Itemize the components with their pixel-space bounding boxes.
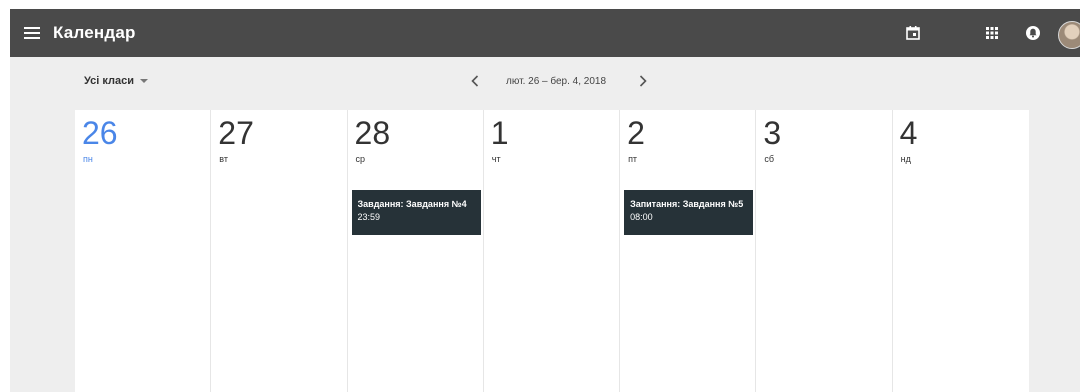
day-number: 27 — [218, 115, 254, 151]
week-grid: 26 пн 27 вт 28 ср Завдання: Завдання №4 … — [75, 110, 1029, 392]
day-column-tue[interactable]: 27 вт — [211, 110, 348, 392]
day-column-mon[interactable]: 26 пн — [75, 110, 212, 392]
avatar[interactable] — [1058, 21, 1080, 49]
calendar-icon[interactable] — [903, 23, 923, 43]
day-name: пн — [83, 154, 93, 164]
day-number: 1 — [490, 115, 509, 151]
day-column-wed[interactable]: 28 ср Завдання: Завдання №4 23:59 — [348, 110, 484, 392]
day-column-fri[interactable]: 2 пт Запитання: Завдання №5 08:00 — [620, 110, 757, 392]
chevron-right-icon — [639, 75, 647, 87]
event-card[interactable]: Запитання: Завдання №5 08:00 — [624, 190, 754, 235]
date-range-label: лют. 26 – бер. 4, 2018 — [506, 76, 607, 87]
day-column-thu[interactable]: 1 чт — [484, 110, 621, 392]
class-filter-label: Усі класи — [84, 75, 135, 87]
prev-week-button[interactable] — [468, 74, 482, 88]
app-title: Календар — [53, 23, 136, 42]
event-time: 23:59 — [357, 212, 381, 222]
next-week-button[interactable] — [636, 74, 650, 88]
day-number: 28 — [354, 115, 391, 151]
day-number: 4 — [899, 115, 918, 151]
chevron-left-icon — [471, 75, 479, 87]
day-number: 26 — [82, 115, 118, 151]
event-title: Завдання: Завдання №4 — [357, 199, 467, 209]
notifications-icon[interactable] — [1023, 23, 1043, 43]
menu-icon[interactable] — [21, 22, 43, 44]
event-time: 08:00 — [630, 212, 653, 222]
day-column-sun[interactable]: 4 нд — [893, 110, 1029, 392]
event-title: Запитання: Завдання №5 — [630, 199, 744, 209]
caret-down-icon — [140, 79, 149, 83]
day-name: чт — [491, 154, 501, 164]
event-card[interactable]: Завдання: Завдання №4 23:59 — [351, 190, 481, 235]
day-name: ср — [355, 154, 366, 164]
day-name: нд — [900, 154, 911, 164]
top-app-bar: Календар — [10, 9, 1080, 57]
day-name: пт — [628, 154, 638, 164]
day-column-sat[interactable]: 3 сб — [756, 110, 893, 392]
day-name: вт — [219, 154, 228, 164]
day-name: сб — [764, 154, 774, 164]
day-number: 2 — [627, 115, 645, 151]
day-number: 3 — [763, 115, 782, 151]
class-filter-dropdown[interactable]: Усі класи — [84, 75, 149, 87]
apps-grid-icon[interactable] — [982, 23, 1002, 43]
calendar-app: Календар Усі класи лют. 26 – бер. 4, 201… — [0, 0, 1080, 392]
